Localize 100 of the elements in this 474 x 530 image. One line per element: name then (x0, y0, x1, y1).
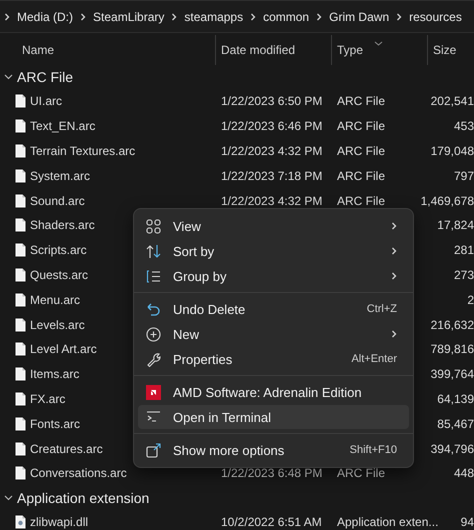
file-size: 179,048 (430, 144, 474, 158)
date-modified: 1/22/2023 7:18 PM (221, 168, 322, 183)
file-size: 94 (460, 515, 474, 530)
date-modified: 10/2/2022 6:51 AM (221, 515, 322, 530)
menu-item[interactable]: Show more options Shift+F10 (138, 438, 409, 462)
file-size: 789,816 (430, 342, 474, 356)
date-modified: 1/22/2023 6:48 PM (221, 466, 322, 480)
file-icon (15, 466, 26, 480)
file-icon (15, 268, 26, 282)
date-modified: 1/22/2023 6:50 PM (221, 94, 322, 108)
group-header[interactable]: Application extension (17, 490, 150, 506)
menu-item[interactable]: View (138, 214, 409, 238)
group-header[interactable]: ARC File (17, 69, 74, 85)
file-icon (15, 442, 26, 456)
dll-file-icon (15, 515, 26, 530)
file-icon (15, 194, 26, 208)
file-size: 64,139 (437, 392, 474, 406)
file-size: 2 (467, 292, 474, 307)
amd-logo-icon (146, 384, 161, 400)
file-size: 202,541 (430, 94, 474, 108)
file-type: Application exten... (337, 515, 438, 530)
column-header[interactable]: Name (22, 43, 54, 57)
file-name[interactable]: Items.arc (30, 367, 80, 382)
breadcrumb-item[interactable]: common (263, 10, 310, 24)
file-name[interactable]: Scripts.arc (30, 243, 87, 258)
file-icon (15, 292, 26, 307)
chevron-icon (316, 12, 322, 20)
column-header[interactable]: Size (433, 43, 456, 57)
file-name[interactable]: Quests.arc (30, 268, 88, 282)
file-icon (15, 342, 26, 356)
file-size: 17,824 (437, 218, 474, 232)
file-name[interactable]: Fonts.arc (30, 416, 80, 431)
breadcrumb-item[interactable]: SteamLibrary (93, 10, 164, 24)
file-size: 216,632 (430, 318, 474, 332)
chevron-icon (171, 12, 178, 20)
file-icon (15, 243, 26, 258)
file-name[interactable]: Menu.arc (30, 292, 80, 307)
chevron-icon (396, 12, 402, 20)
file-icon (15, 416, 26, 431)
file-name[interactable]: Levels.arc (30, 318, 85, 332)
file-type: ARC File (337, 168, 386, 183)
breadcrumb-item[interactable]: Media (D:) (17, 10, 74, 24)
menu-item[interactable]: Sort by (138, 239, 409, 263)
shortcut-label: Ctrl+Z (366, 303, 397, 315)
menu-item[interactable]: Group by (138, 264, 409, 288)
file-icon (15, 144, 26, 158)
file-size: 394,796 (430, 442, 474, 456)
undo-icon (146, 302, 161, 316)
date-modified: 1/22/2023 4:32 PM (221, 144, 322, 158)
plus-circle-icon (146, 326, 161, 342)
file-name[interactable]: Conversations.arc (30, 466, 127, 480)
file-size: 1,469,678 (420, 194, 474, 208)
expand-window-icon (146, 442, 161, 458)
grid-icon (146, 218, 161, 234)
wrench-icon (146, 352, 161, 366)
list-icon (146, 268, 161, 284)
file-type: ARC File (337, 144, 386, 158)
menu-item[interactable]: Open in Terminal (138, 405, 409, 429)
file-name[interactable]: Sound.arc (30, 194, 85, 208)
file-icon (15, 168, 26, 183)
file-type: ARC File (337, 194, 386, 208)
file-size: 85,467 (437, 416, 474, 431)
shortcut-label: Alt+Enter (351, 353, 397, 365)
file-name[interactable]: UI.arc (30, 94, 62, 108)
menu-item[interactable]: Properties Alt+Enter (138, 347, 409, 371)
menu-item[interactable]: Undo Delete Ctrl+Z (138, 297, 409, 321)
breadcrumb-item[interactable]: resources (409, 10, 462, 24)
column-header[interactable]: Type (337, 43, 364, 57)
breadcrumb-item[interactable]: steamapps (184, 10, 244, 24)
file-name[interactable]: System.arc (30, 168, 90, 183)
column-header[interactable]: Date modified (221, 43, 296, 57)
file-name[interactable]: Terrain Textures.arc (30, 144, 136, 158)
file-type: ARC File (337, 466, 386, 480)
file-name[interactable]: Creatures.arc (30, 442, 103, 456)
address-bar[interactable]: Media (D:) SteamLibrary steamapps common Grim Dawn resources (0, 0, 474, 33)
file-icon (15, 218, 26, 232)
chevron-icon (250, 12, 256, 20)
file-name[interactable]: Level Art.arc (30, 342, 97, 356)
file-icon (15, 318, 26, 332)
file-name[interactable]: Shaders.arc (30, 218, 95, 232)
chevron-icon (4, 12, 10, 20)
terminal-icon (146, 410, 161, 424)
sort-arrows-icon (146, 244, 161, 258)
file-size: 281 (454, 243, 474, 258)
file-type: ARC File (337, 119, 386, 134)
file-size: 399,764 (430, 367, 474, 382)
file-icon (15, 94, 26, 108)
file-type: ARC File (337, 94, 386, 108)
file-size: 453 (454, 119, 474, 134)
file-size: 273 (454, 268, 474, 282)
breadcrumb-item[interactable]: Grim Dawn (329, 10, 390, 24)
file-icon (15, 367, 26, 382)
menu-item[interactable]: New (138, 322, 409, 346)
shortcut-label: Shift+F10 (350, 444, 397, 456)
file-name[interactable]: Text_EN.arc (30, 119, 96, 134)
date-modified: 1/22/2023 4:32 PM (221, 194, 322, 208)
menu-item[interactable]: AMD Software: Adrenalin Edition (138, 380, 409, 404)
file-name[interactable]: zlibwapi.dll (30, 515, 88, 530)
date-modified: 1/22/2023 6:46 PM (221, 119, 322, 134)
file-name[interactable]: FX.arc (30, 392, 66, 406)
